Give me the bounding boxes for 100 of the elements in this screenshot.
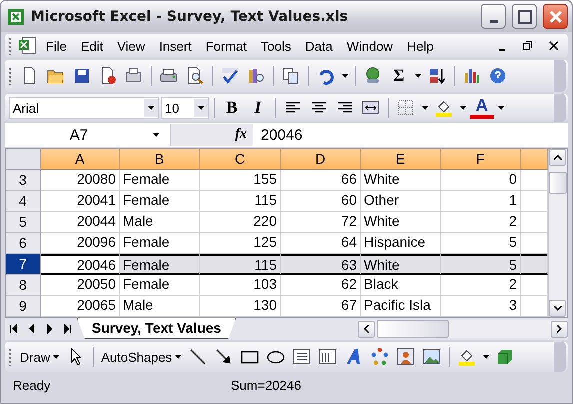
- table-cell[interactable]: 3: [441, 296, 521, 317]
- row-header[interactable]: 4: [6, 191, 41, 212]
- table-cell[interactable]: 0: [441, 170, 521, 191]
- table-cell[interactable]: 64: [281, 233, 361, 254]
- close-icon: [548, 10, 562, 24]
- first-arrow-icon: [9, 324, 19, 334]
- table-cell[interactable]: Male: [120, 296, 200, 317]
- table-cell[interactable]: 63: [281, 254, 361, 275]
- menu-item[interactable]: Help: [401, 36, 440, 56]
- row-header[interactable]: 9: [6, 296, 41, 317]
- table-cell[interactable]: White: [361, 254, 441, 275]
- text-box-icon: [293, 348, 312, 366]
- column-header[interactable]: A: [41, 149, 120, 170]
- row-header[interactable]: 6: [6, 233, 41, 254]
- table-cell[interactable]: Female: [120, 254, 200, 275]
- table-cell[interactable]: 62: [281, 275, 361, 296]
- table-cell[interactable]: 103: [200, 275, 281, 296]
- table-cell[interactable]: 20080: [41, 170, 120, 191]
- table-cell[interactable]: 220: [200, 212, 281, 233]
- table-cell[interactable]: 115: [200, 254, 281, 275]
- italic-button[interactable]: I: [246, 96, 270, 120]
- table-cell[interactable]: 155: [200, 170, 281, 191]
- column-header[interactable]: C: [200, 149, 281, 170]
- table-cell[interactable]: 20046: [41, 254, 120, 275]
- row-header[interactable]: 8: [6, 275, 41, 296]
- row-header[interactable]: 7: [6, 254, 41, 275]
- table-cell[interactable]: White: [361, 170, 441, 191]
- printer-icon: [125, 67, 143, 85]
- table-cell[interactable]: 130: [200, 296, 281, 317]
- table-cell[interactable]: Black: [361, 275, 441, 296]
- table-cell[interactable]: 20041: [41, 191, 120, 212]
- close-icon: [549, 41, 559, 51]
- menu-item[interactable]: Data: [299, 36, 339, 56]
- table-cell[interactable]: Female: [120, 191, 200, 212]
- table-cell[interactable]: Pacific Isla: [361, 296, 441, 317]
- books-icon: [247, 67, 265, 85]
- table-cell[interactable]: 2: [441, 275, 521, 296]
- menu-item[interactable]: Format: [200, 36, 253, 56]
- sort-icon: [428, 67, 446, 85]
- menu-item[interactable]: Tools: [255, 36, 298, 56]
- fill-color-icon: [435, 99, 453, 117]
- menu-item[interactable]: Window: [340, 36, 400, 56]
- column-header[interactable]: B: [120, 149, 200, 170]
- table-cell[interactable]: 2: [441, 212, 521, 233]
- menu-item[interactable]: File: [40, 36, 73, 56]
- table-cell[interactable]: 20050: [41, 275, 120, 296]
- font-color-button[interactable]: A: [470, 97, 494, 119]
- scroll-up-button[interactable]: [549, 149, 566, 166]
- column-header[interactable]: E: [361, 149, 441, 170]
- table-cell[interactable]: 1: [441, 191, 521, 212]
- table-cell[interactable]: Female: [120, 233, 200, 254]
- scrollbar-thumb[interactable]: [549, 172, 567, 194]
- row-header[interactable]: 5: [6, 212, 41, 233]
- scroll-right-button[interactable]: [551, 320, 568, 338]
- table-cell[interactable]: 20096: [41, 233, 120, 254]
- next-arrow-icon: [45, 324, 55, 334]
- copy-icon: [282, 67, 300, 85]
- caret-icon: [482, 355, 490, 359]
- maximize-button[interactable]: [512, 4, 537, 29]
- table-cell[interactable]: Other: [361, 191, 441, 212]
- bold-button[interactable]: B: [220, 96, 244, 120]
- table-cell[interactable]: Female: [120, 275, 200, 296]
- table-cell[interactable]: 60: [281, 191, 361, 212]
- sheet-tab[interactable]: Survey, Text Values: [77, 318, 236, 339]
- font-dropdown[interactable]: Arial: [9, 97, 159, 119]
- menu-item[interactable]: Insert: [153, 36, 198, 56]
- table-cell[interactable]: Hispanice: [361, 233, 441, 254]
- scroll-down-button[interactable]: [549, 300, 566, 317]
- caret-icon: [342, 74, 348, 78]
- table-cell[interactable]: [521, 254, 548, 275]
- minimize-button[interactable]: [481, 4, 506, 29]
- draw-menu-button[interactable]: Draw: [18, 350, 62, 364]
- table-cell[interactable]: 20044: [41, 212, 120, 233]
- menu-item[interactable]: View: [111, 36, 152, 56]
- column-header[interactable]: F: [441, 149, 521, 170]
- scroll-left-button[interactable]: [358, 320, 375, 338]
- previous-arrow-icon: [27, 324, 37, 334]
- table-cell[interactable]: 66: [281, 170, 361, 191]
- table-cell[interactable]: 5: [441, 254, 521, 275]
- font-size-dropdown[interactable]: 10: [161, 97, 209, 119]
- table-cell[interactable]: 67: [281, 296, 361, 317]
- formula-field[interactable]: 20046: [253, 126, 568, 144]
- table-cell[interactable]: Male: [120, 212, 200, 233]
- table-cell[interactable]: White: [361, 212, 441, 233]
- column-header[interactable]: D: [281, 149, 361, 170]
- help-icon: [489, 67, 507, 85]
- autoshapes-menu-button[interactable]: AutoShapes: [99, 350, 184, 364]
- table-cell[interactable]: 125: [200, 233, 281, 254]
- autosum-button[interactable]: Σ: [387, 64, 411, 88]
- table-cell[interactable]: 115: [200, 191, 281, 212]
- caret-icon: [53, 355, 60, 359]
- scrollbar-thumb[interactable]: [377, 320, 449, 338]
- table-cell[interactable]: 5: [441, 233, 521, 254]
- menu-item[interactable]: Edit: [74, 36, 110, 56]
- close-button[interactable]: [543, 4, 568, 29]
- table-cell[interactable]: 20065: [41, 296, 120, 317]
- table-cell[interactable]: 72: [281, 212, 361, 233]
- insert-function-button[interactable]: fx: [171, 124, 253, 146]
- table-cell[interactable]: Female: [120, 170, 200, 191]
- row-header[interactable]: 3: [6, 170, 41, 191]
